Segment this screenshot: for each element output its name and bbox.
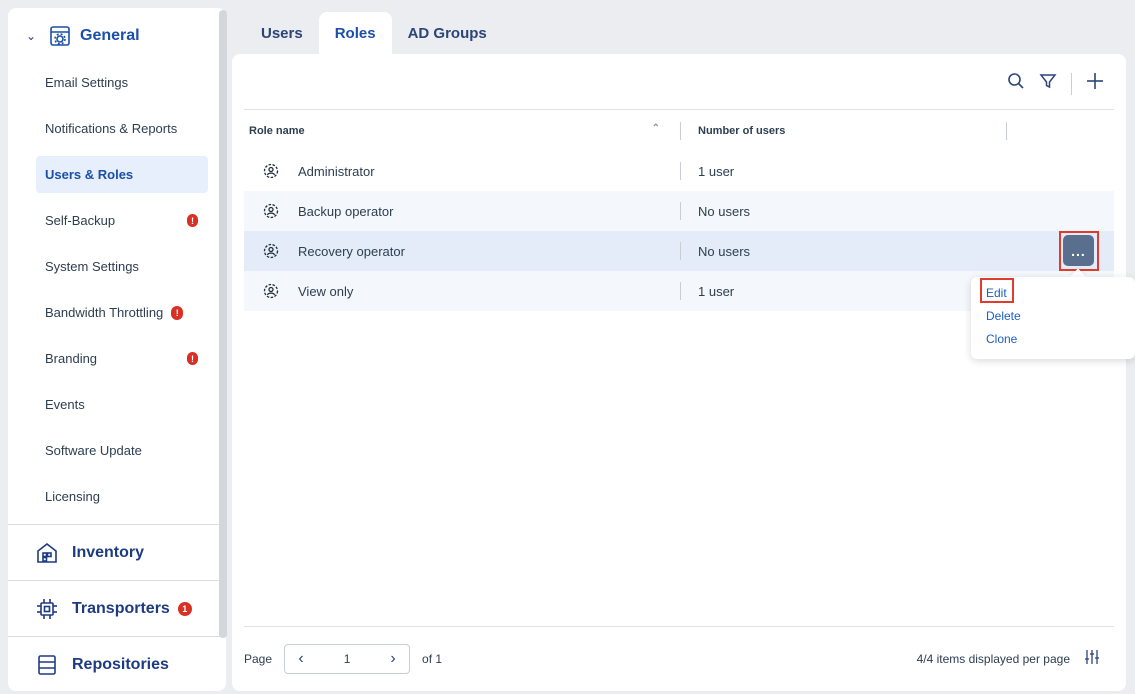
- tab-bar: Users Roles AD Groups: [245, 12, 503, 54]
- add-icon[interactable]: [1086, 72, 1104, 95]
- menu-item-delete[interactable]: Delete: [986, 304, 1135, 327]
- table-row-selected[interactable]: Recovery operator No users ...: [244, 231, 1114, 271]
- page-number-input[interactable]: 1: [317, 645, 377, 673]
- sidebar-item-licensing[interactable]: Licensing: [36, 478, 208, 515]
- pagination-footer: Page ‹ 1 › of 1 4/4 items displayed per …: [244, 626, 1114, 690]
- chevron-right-icon[interactable]: ›: [377, 645, 409, 673]
- tab-users[interactable]: Users: [245, 12, 319, 54]
- chevron-down-icon: ⌄: [26, 29, 37, 43]
- sidebar-item-events[interactable]: Events: [36, 386, 208, 423]
- menu-item-clone[interactable]: Clone: [986, 327, 1135, 350]
- toolbar-divider: [1071, 72, 1072, 95]
- transporter-chip-icon: [34, 596, 60, 622]
- sidebar-item-branding[interactable]: Branding!: [36, 340, 208, 377]
- section-title: Transporters: [72, 599, 170, 617]
- user-count: No users: [698, 203, 751, 219]
- user-count: 1 user: [698, 283, 735, 299]
- sidebar-item-label: Branding: [45, 351, 98, 366]
- role-icon: [261, 281, 281, 301]
- toolbar: [244, 54, 1114, 110]
- sidebar-section-transporters[interactable]: Transporters 1: [8, 580, 226, 636]
- table-header: Role name ⌃ Number of users: [244, 111, 1114, 151]
- sidebar-section-repositories[interactable]: Repositories: [8, 636, 226, 691]
- table-row[interactable]: Backup operator No users: [244, 191, 1114, 231]
- sidebar-item-label: Email Settings: [45, 75, 129, 90]
- column-header-label: Role name: [249, 125, 305, 137]
- sidebar: ⌄ General Email Settings Notifications &…: [8, 8, 226, 691]
- roles-panel: Role name ⌃ Number of users Administrato…: [232, 54, 1126, 691]
- tab-ad-groups[interactable]: AD Groups: [392, 12, 503, 54]
- section-title: Inventory: [72, 543, 145, 561]
- filter-icon[interactable]: [1039, 72, 1057, 95]
- sidebar-item-label: Users & Roles: [45, 167, 134, 182]
- sidebar-scrollbar[interactable]: [219, 10, 227, 638]
- role-name: View only: [298, 283, 354, 299]
- user-count: No users: [698, 243, 751, 259]
- role-icon: [261, 241, 281, 261]
- section-title: Repositories: [72, 655, 169, 673]
- sidebar-item-label: System Settings: [45, 259, 139, 274]
- inventory-icon: [34, 540, 60, 566]
- sidebar-item-label: Licensing: [45, 489, 100, 504]
- warning-badge: !: [187, 352, 198, 365]
- table-row[interactable]: Administrator 1 user: [244, 151, 1114, 191]
- sidebar-item-label: Notifications & Reports: [45, 121, 178, 136]
- general-section-header[interactable]: ⌄ General: [8, 8, 226, 64]
- sidebar-item-email-settings[interactable]: Email Settings: [36, 64, 208, 101]
- settings-icon: [48, 24, 72, 48]
- sidebar-item-label: Events: [45, 397, 85, 412]
- role-name: Recovery operator: [298, 243, 405, 259]
- sidebar-item-label: Bandwidth Throttling: [45, 305, 164, 320]
- sidebar-section-inventory[interactable]: Inventory: [8, 524, 226, 580]
- role-name: Backup operator: [298, 203, 394, 219]
- warning-badge: !: [171, 305, 184, 320]
- role-icon: [261, 161, 281, 181]
- sidebar-item-bandwidth-throttling[interactable]: Bandwidth Throttling!: [36, 294, 208, 331]
- chevron-left-icon[interactable]: ‹: [285, 645, 317, 673]
- items-info: 4/4 items displayed per page: [916, 651, 1070, 666]
- sidebar-item-label: Self-Backup: [45, 213, 116, 228]
- sidebar-item-users-roles[interactable]: Users & Roles: [36, 156, 208, 193]
- role-name: Administrator: [298, 163, 375, 179]
- role-icon: [261, 201, 281, 221]
- sidebar-item-label: Software Update: [45, 443, 142, 458]
- column-settings-icon[interactable]: [1084, 649, 1100, 668]
- page-total: of 1: [422, 651, 443, 666]
- page-selector: ‹ 1 ›: [284, 643, 411, 674]
- sidebar-item-system-settings[interactable]: System Settings: [36, 248, 208, 285]
- count-badge: 1: [177, 601, 192, 616]
- sidebar-item-notifications-reports[interactable]: Notifications & Reports: [36, 110, 208, 147]
- repository-icon: [34, 652, 60, 678]
- more-actions-button[interactable]: ...: [1063, 235, 1094, 266]
- page-label: Page: [244, 651, 273, 666]
- sidebar-item-software-update[interactable]: Software Update: [36, 432, 208, 469]
- highlight-box: [980, 278, 1014, 303]
- sidebar-item-self-backup[interactable]: Self-Backup!: [36, 202, 208, 239]
- general-title: General: [80, 27, 140, 44]
- column-header-role-name[interactable]: Role name ⌃: [244, 123, 680, 137]
- user-count: 1 user: [698, 163, 735, 179]
- search-icon[interactable]: [1007, 72, 1025, 95]
- sort-ascending-icon[interactable]: ⌃: [652, 123, 660, 134]
- warning-badge: !: [187, 214, 198, 227]
- column-divider[interactable]: [1006, 122, 1007, 140]
- tab-roles[interactable]: Roles: [318, 12, 392, 54]
- column-header-number-of-users[interactable]: Number of users: [681, 125, 1006, 137]
